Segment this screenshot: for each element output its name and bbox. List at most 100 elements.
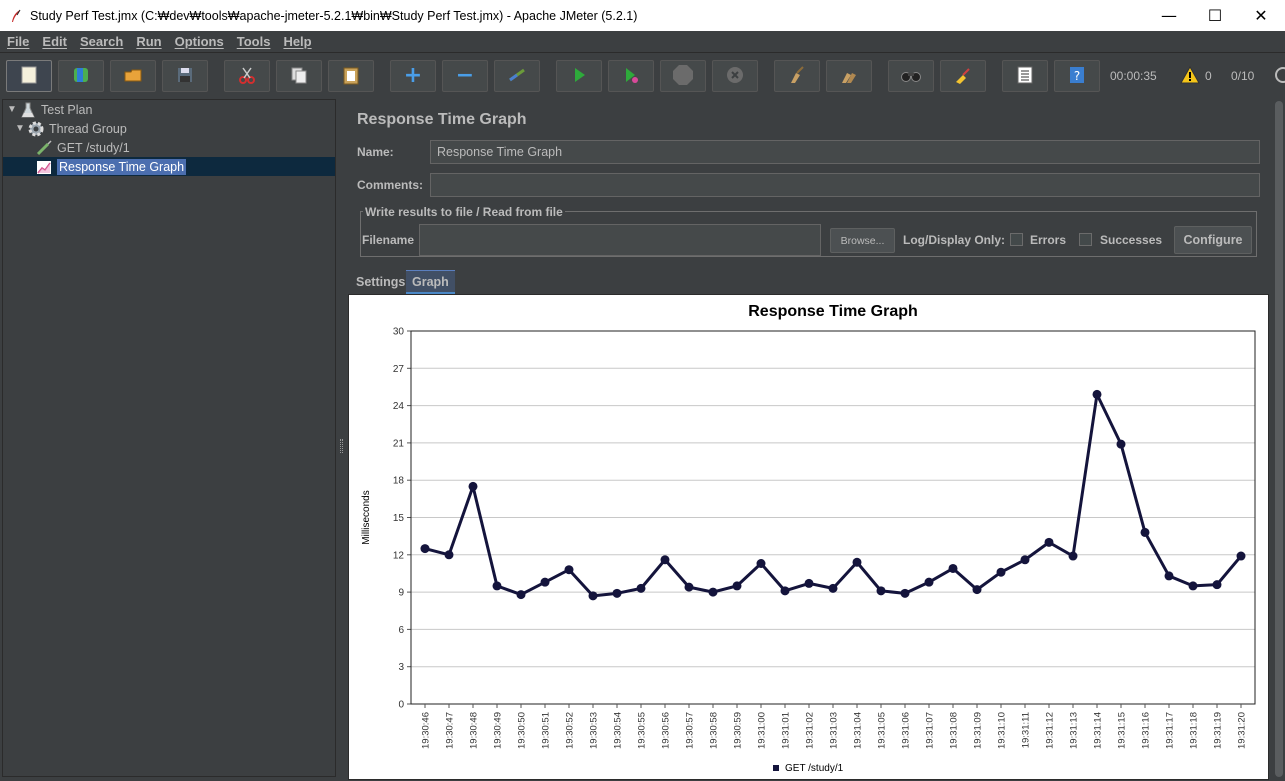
y-tick-label: 24 [393, 401, 405, 412]
comments-label: Comments: [357, 178, 424, 192]
right-scrollbar[interactable] [1273, 99, 1285, 781]
copy-button[interactable] [276, 60, 322, 92]
warning-icon[interactable] [1180, 65, 1200, 87]
expand-icon: + [403, 63, 423, 88]
comments-field[interactable] [430, 173, 1260, 197]
data-point [468, 481, 478, 491]
function-helper-button[interactable] [1002, 60, 1048, 92]
start-icon [569, 65, 589, 88]
collapse-all-button[interactable]: − [442, 60, 488, 92]
x-tick-label: 19:31:08 [949, 712, 960, 749]
clear-button[interactable] [774, 60, 820, 92]
x-tick-label: 19:30:57 [685, 712, 696, 749]
menu-help[interactable]: Help [276, 34, 317, 49]
data-point [804, 578, 814, 588]
clear-all-button[interactable] [826, 60, 872, 92]
reset-search-icon [953, 65, 973, 88]
open-icon [123, 65, 143, 88]
listener-panel: Response Time Graph Name: Response Time … [347, 99, 1273, 781]
y-axis-label: Milliseconds [361, 490, 372, 544]
x-tick-label: 19:31:09 [973, 712, 984, 749]
x-tick-label: 19:31:11 [1021, 712, 1032, 748]
start-button[interactable] [556, 60, 602, 92]
successes-checkbox[interactable] [1079, 233, 1092, 246]
filename-field[interactable] [419, 224, 821, 256]
y-tick-label: 12 [393, 550, 405, 561]
tree-item-test-plan[interactable]: ▼ Test Plan [7, 100, 92, 119]
search-button[interactable] [888, 60, 934, 92]
series-line [424, 392, 1243, 598]
x-tick-label: 19:30:46 [421, 712, 432, 749]
elapsed-time: 00:00:35 [1110, 69, 1157, 83]
name-field[interactable]: Response Time Graph [430, 140, 1260, 164]
x-tick-label: 19:31:03 [829, 712, 840, 749]
data-point [612, 588, 622, 598]
x-tick-label: 19:30:51 [541, 712, 552, 749]
data-point [564, 565, 574, 575]
data-point [684, 582, 694, 592]
templates-button[interactable] [58, 60, 104, 92]
paste-button[interactable] [328, 60, 374, 92]
new-button[interactable] [6, 60, 52, 92]
scrollbar-thumb[interactable] [1275, 101, 1283, 777]
data-point [924, 577, 934, 587]
x-tick-label: 19:30:58 [709, 712, 720, 749]
configure-button[interactable]: Configure [1174, 226, 1252, 254]
tree-item-label: Test Plan [41, 102, 93, 117]
test-plan-tree: ▼ Test Plan ▼ Thread Group GET /study/1 … [2, 99, 336, 777]
graph-canvas: Response Time Graph 0 3 6 9 12 15 18 21 24 27 30 Mil… [348, 294, 1269, 780]
x-tick-label: 19:31:10 [997, 712, 1008, 749]
splitter-grip[interactable] [340, 439, 343, 453]
x-tick-label: 19:30:49 [493, 712, 504, 749]
collapse-arrow-icon[interactable]: ▼ [15, 123, 25, 134]
menu-file[interactable]: File [0, 34, 35, 49]
successes-label: Successes [1100, 233, 1163, 247]
menu-search[interactable]: Search [73, 34, 129, 49]
data-point [972, 585, 982, 595]
shutdown-button[interactable] [712, 60, 758, 92]
tree-item-response-time-graph[interactable]: Response Time Graph [35, 157, 187, 176]
save-icon [175, 65, 195, 88]
minimize-button[interactable]: — [1146, 0, 1192, 31]
collapse-arrow-icon[interactable]: ▼ [7, 104, 17, 115]
expand-all-button[interactable]: + [390, 60, 436, 92]
data-point [492, 581, 502, 591]
split-pane-divider[interactable] [338, 99, 346, 777]
http-sampler-icon [35, 139, 53, 157]
open-button[interactable] [110, 60, 156, 92]
browse-button[interactable]: Browse... [830, 228, 895, 253]
menu-tools[interactable]: Tools [230, 34, 277, 49]
menu-edit[interactable]: Edit [35, 34, 73, 49]
save-button[interactable] [162, 60, 208, 92]
stop-button[interactable] [660, 60, 706, 92]
maximize-button[interactable]: ☐ [1192, 0, 1238, 31]
x-tick-label: 19:31:15 [1117, 712, 1128, 749]
start-no-pause-button[interactable] [608, 60, 654, 92]
toolbar: + − ? 00:00:35 0 0/10 [0, 54, 1285, 98]
close-window-button[interactable]: ✕ [1238, 0, 1284, 31]
tab-settings[interactable]: Settings [350, 270, 411, 294]
clear-all-icon [839, 65, 859, 88]
x-tick-label: 19:31:07 [925, 712, 936, 749]
reset-search-button[interactable] [940, 60, 986, 92]
errors-checkbox[interactable] [1010, 233, 1023, 246]
tab-graph[interactable]: Graph [406, 270, 455, 294]
toggle-button[interactable] [494, 60, 540, 92]
menu-options[interactable]: Options [168, 34, 230, 49]
x-tick-label: 19:30:50 [517, 712, 528, 749]
help-button[interactable]: ? [1054, 60, 1100, 92]
window-title: Study Perf Test.jmx (C:₩dev₩tools₩apache… [30, 8, 638, 23]
data-point [876, 586, 886, 596]
y-tick-label: 9 [398, 588, 404, 599]
collapse-icon: − [455, 63, 475, 88]
x-tick-label: 19:30:59 [733, 712, 744, 749]
data-point [516, 590, 526, 600]
data-point [420, 544, 430, 554]
tree-item-get-study[interactable]: GET /study/1 [35, 138, 130, 157]
data-point [540, 577, 550, 587]
cut-button[interactable] [224, 60, 270, 92]
active-threads: 0/10 [1231, 69, 1255, 83]
tree-item-thread-group[interactable]: ▼ Thread Group [15, 119, 127, 138]
x-tick-label: 19:31:18 [1189, 712, 1200, 749]
menu-run[interactable]: Run [129, 34, 167, 49]
